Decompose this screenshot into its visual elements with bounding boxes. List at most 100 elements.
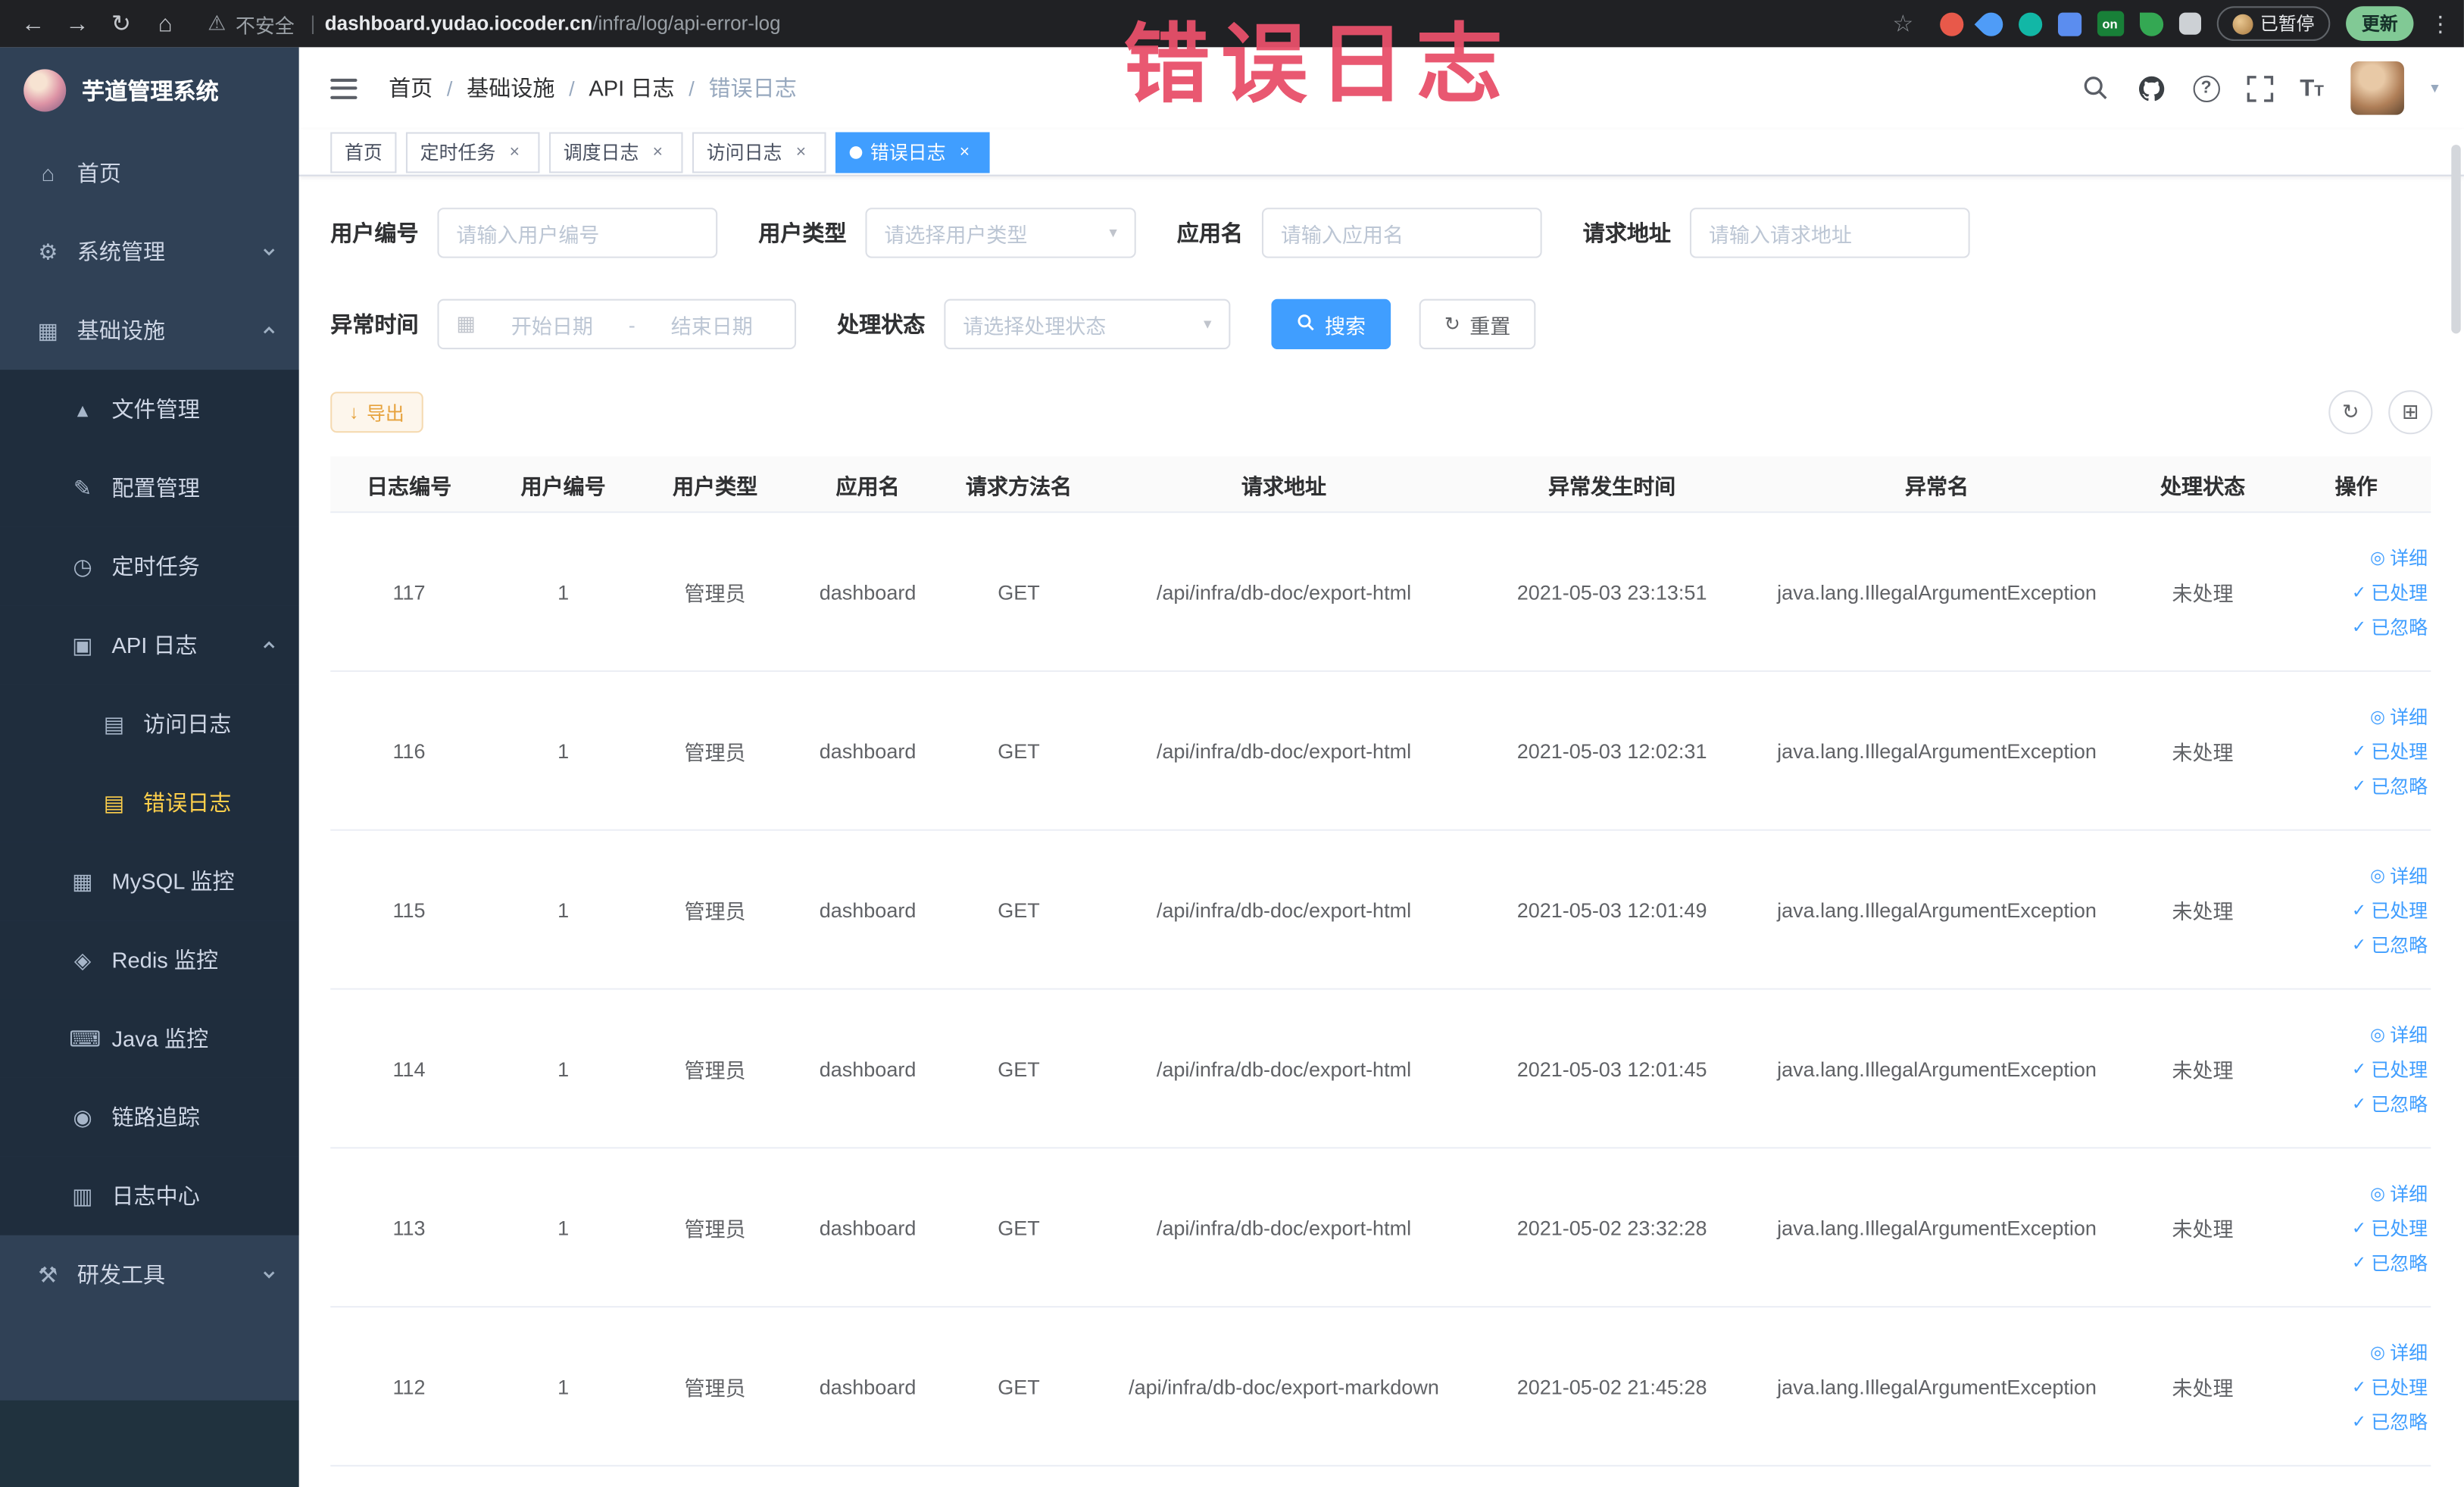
extension-icon[interactable] bbox=[2178, 12, 2200, 35]
breadcrumb: 首页 / 基础设施 / API 日志 / 错误日志 bbox=[389, 73, 797, 105]
column-settings-button[interactable]: ⊞ bbox=[2388, 390, 2433, 435]
breadcrumb-separator: / bbox=[446, 76, 453, 100]
mark-ignored-link[interactable]: ✓ 已忽略 bbox=[2352, 1407, 2428, 1434]
sidebar-item-redis-monitor[interactable]: ◈ Redis 监控 bbox=[0, 920, 299, 1000]
detail-link[interactable]: ◎ 详细 bbox=[2370, 1339, 2428, 1365]
reset-button[interactable]: ↻ 重置 bbox=[1419, 298, 1536, 350]
sidebar-item-api-logs[interactable]: ▣ API 日志 bbox=[0, 605, 299, 685]
mark-ignored-link[interactable]: ✓ 已忽略 bbox=[2352, 1248, 2428, 1275]
forward-icon[interactable]: → bbox=[57, 5, 98, 42]
mark-ignored-link[interactable]: ✓ 已忽略 bbox=[2352, 772, 2428, 798]
filter-user-type: 用户类型 请选择用户类型 ▾ bbox=[758, 208, 1136, 258]
extension-icon[interactable] bbox=[2138, 11, 2163, 36]
check-icon: ✓ bbox=[2351, 1377, 2367, 1397]
user-id-input[interactable]: 请输入用户编号 bbox=[437, 208, 718, 258]
sidebar-item-error-logs[interactable]: ▤ 错误日志 bbox=[0, 763, 299, 842]
detail-link[interactable]: ◎ 详细 bbox=[2370, 1179, 2428, 1206]
github-icon[interactable] bbox=[2136, 73, 2166, 103]
table-toolbar: ↓ 导出 ↻ ⊞ bbox=[330, 390, 2433, 435]
app-logo[interactable]: 芋道管理系统 bbox=[0, 47, 299, 133]
sidebar-item-mysql-monitor[interactable]: ▦ MySQL 监控 bbox=[0, 842, 299, 921]
extension-icon[interactable]: on bbox=[2096, 11, 2124, 36]
sidebar-menu: ⌂ 首页 ⚙ 系统管理 ▦ 基础设施 ▴︎ 文件管理 ✎ 配置管理 ◷ 定时任务… bbox=[0, 134, 299, 1487]
app-name-input[interactable]: 请输入应用名 bbox=[1261, 208, 1542, 258]
sidebar-item-system-management[interactable]: ⚙ 系统管理 bbox=[0, 212, 299, 291]
home-icon[interactable]: ⌂ bbox=[145, 5, 186, 42]
close-icon[interactable]: × bbox=[954, 141, 976, 163]
search-button[interactable]: 搜索 bbox=[1271, 298, 1391, 350]
user-type-select[interactable]: 请选择用户类型 ▾ bbox=[865, 208, 1136, 258]
close-icon[interactable]: × bbox=[504, 141, 526, 163]
refresh-icon[interactable]: ↻ bbox=[101, 5, 142, 42]
date-range-picker[interactable]: ▦ 开始日期 - 结束日期 bbox=[437, 298, 797, 350]
eye-icon: ◎ bbox=[2370, 1025, 2386, 1045]
mark-ignored-link[interactable]: ✓ 已忽略 bbox=[2352, 613, 2428, 639]
sidebar-item-infrastructure[interactable]: ▦ 基础设施 bbox=[0, 291, 299, 370]
sidebar-item-log-center[interactable]: ▥ 日志中心 bbox=[0, 1156, 299, 1236]
detail-link[interactable]: ◎ 详细 bbox=[2370, 861, 2428, 888]
separator: | bbox=[310, 12, 316, 35]
browser-update-button[interactable]: 更新 bbox=[2346, 6, 2414, 42]
extension-icon[interactable] bbox=[1939, 11, 1963, 36]
help-icon[interactable]: ? bbox=[2192, 74, 2220, 102]
mark-processed-link[interactable]: ✓ 已处理 bbox=[2352, 896, 2428, 923]
mark-processed-link[interactable]: ✓ 已处理 bbox=[2352, 1373, 2428, 1399]
sidebar-item-java-monitor[interactable]: ⌨ Java 监控 bbox=[0, 999, 299, 1078]
sidebar-item-file-management[interactable]: ▴︎ 文件管理 bbox=[0, 370, 299, 449]
fullscreen-icon[interactable] bbox=[2247, 75, 2273, 102]
mark-ignored-link[interactable]: ✓ 已忽略 bbox=[2352, 931, 2428, 957]
mark-processed-link[interactable]: ✓ 已处理 bbox=[2352, 737, 2428, 764]
tab-schedule-logs[interactable]: 调度日志 × bbox=[549, 131, 683, 173]
close-icon[interactable]: × bbox=[647, 141, 669, 163]
tab-scheduled-tasks[interactable]: 定时任务 × bbox=[405, 131, 540, 173]
detail-link[interactable]: ◎ 详细 bbox=[2370, 702, 2428, 729]
sidebar-item-link-tracing[interactable]: ◉ 链路追踪 bbox=[0, 1077, 299, 1157]
refresh-table-button[interactable]: ↻ bbox=[2328, 390, 2373, 435]
chevron-down-icon bbox=[261, 244, 277, 260]
detail-link[interactable]: ◎ 详细 bbox=[2370, 544, 2428, 570]
bookmark-star-icon[interactable]: ☆ bbox=[1882, 5, 1923, 42]
breadcrumb-home[interactable]: 首页 bbox=[389, 73, 433, 105]
app-title: 芋道管理系统 bbox=[82, 80, 219, 106]
user-menu-caret-icon[interactable]: ▾ bbox=[2431, 80, 2438, 97]
tab-home[interactable]: 首页 bbox=[330, 131, 397, 173]
mark-processed-link[interactable]: ✓ 已处理 bbox=[2352, 1055, 2428, 1082]
extension-icon[interactable] bbox=[2056, 11, 2081, 36]
address-bar[interactable]: dashboard.yudao.iocoder.cn/infra/log/api… bbox=[325, 13, 781, 35]
extension-icon[interactable] bbox=[1973, 7, 2007, 41]
breadcrumb-api-logs[interactable]: API 日志 bbox=[589, 73, 674, 105]
site-security[interactable]: ⚠ 不安全 | bbox=[208, 8, 321, 38]
tab-error-logs[interactable]: 错误日志 × bbox=[835, 131, 990, 173]
font-size-icon[interactable]: TT bbox=[2300, 75, 2324, 102]
process-status-select[interactable]: 请选择处理状态 ▾ bbox=[944, 298, 1231, 350]
sidebar-item-home[interactable]: ⌂ 首页 bbox=[0, 134, 299, 213]
row-actions: ◎ 详细 ✓ 已处理 ✓ 已忽略 bbox=[2281, 1179, 2431, 1276]
sidebar-item-config-management[interactable]: ✎ 配置管理 bbox=[0, 448, 299, 527]
search-icon[interactable] bbox=[2081, 74, 2109, 102]
sidebar-item-access-logs[interactable]: ▤ 访问日志 bbox=[0, 684, 299, 764]
table-tools: ↻ ⊞ bbox=[2313, 390, 2433, 435]
close-icon[interactable]: × bbox=[790, 141, 812, 163]
edit-icon: ✎ bbox=[73, 474, 92, 500]
scrollbar[interactable] bbox=[2451, 145, 2461, 334]
document-icon: ▣ bbox=[72, 631, 93, 658]
mark-processed-link[interactable]: ✓ 已处理 bbox=[2352, 1214, 2428, 1241]
table-row: 114 1 管理员 dashboard GET /api/infra/db-do… bbox=[330, 990, 2431, 1149]
user-avatar[interactable] bbox=[2350, 61, 2404, 115]
sidebar-item-scheduled-tasks[interactable]: ◷ 定时任务 bbox=[0, 526, 299, 606]
breadcrumb-infrastructure[interactable]: 基础设施 bbox=[467, 73, 554, 105]
mark-processed-link[interactable]: ✓ 已处理 bbox=[2352, 578, 2428, 604]
mark-ignored-link[interactable]: ✓ 已忽略 bbox=[2352, 1089, 2428, 1116]
row-actions: ◎ 详细 ✓ 已处理 ✓ 已忽略 bbox=[2281, 1339, 2431, 1435]
paused-badge[interactable]: 已暂停 bbox=[2216, 6, 2331, 42]
export-button[interactable]: ↓ 导出 bbox=[330, 392, 423, 433]
request-url-input[interactable]: 请输入请求地址 bbox=[1689, 208, 1970, 258]
extension-icon[interactable] bbox=[2018, 11, 2042, 36]
sidebar-item-dev-tools[interactable]: ⚒ 研发工具 bbox=[0, 1236, 299, 1314]
browser-menu-icon[interactable]: ⋮ bbox=[2429, 11, 2451, 37]
collapse-sidebar-button[interactable] bbox=[324, 72, 364, 105]
detail-link[interactable]: ◎ 详细 bbox=[2370, 1020, 2428, 1047]
back-icon[interactable]: ← bbox=[13, 5, 54, 42]
eye-icon: ◎ bbox=[2370, 1342, 2386, 1362]
tab-access-logs[interactable]: 访问日志 × bbox=[692, 131, 826, 173]
